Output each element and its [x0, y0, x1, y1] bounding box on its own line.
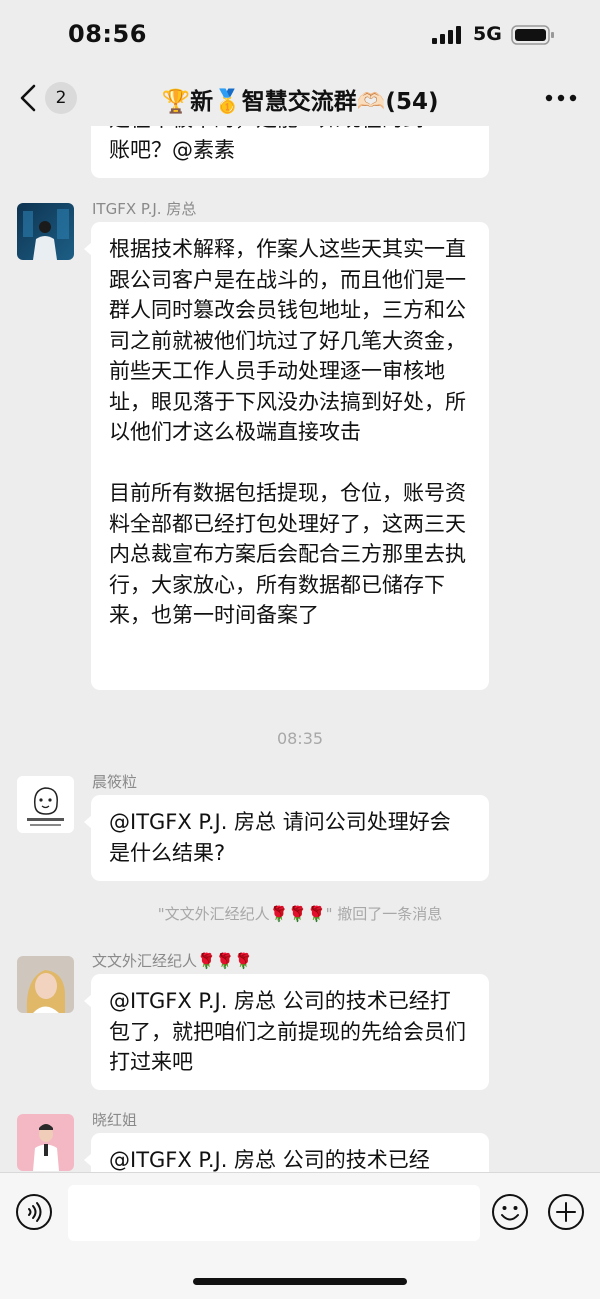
sender-name: 晨筱粒 — [92, 773, 138, 791]
avatar[interactable] — [17, 956, 74, 1013]
avatar-image — [17, 203, 74, 260]
chat-title: 🏆新🥇智慧交流群🫶🏻(54) — [161, 89, 439, 115]
signal-icon — [432, 26, 461, 44]
emoji-icon[interactable] — [491, 1193, 529, 1231]
message-input[interactable] — [68, 1185, 480, 1241]
message-bubble[interactable]: @ITGFX P.J. 房总 公司的技术已经打包了，就把咱们之前提现的先给会员们… — [84, 974, 489, 1090]
avatar-image — [17, 956, 74, 1013]
voice-icon[interactable] — [15, 1193, 53, 1231]
message-bubble[interactable]: @ITGFX P.J. 房总 请问公司处理好会是什么结果? — [84, 795, 489, 881]
avatar-image — [17, 776, 74, 833]
chat-header: 2 🏆新🥇智慧交流群🫶🏻(54) — [0, 70, 600, 126]
sender-name: 晓红姐 — [92, 1111, 138, 1129]
recall-notice: "文文外汇经纪人🌹🌹🌹" 撤回了一条消息 — [157, 905, 443, 923]
message-bubble[interactable]: 是在木被卡的，是能一如现在的到 账吧？@素素 — [91, 126, 489, 178]
sender-name: 文文外汇经纪人🌹🌹🌹 — [92, 952, 254, 970]
unread-badge[interactable]: 2 — [45, 82, 77, 114]
message-bubble[interactable]: @ITGFX P.J. 房总 公司的技术已经 — [84, 1133, 489, 1172]
more-dots-icon[interactable] — [545, 94, 577, 102]
home-indicator[interactable] — [193, 1278, 407, 1285]
avatar[interactable] — [17, 1114, 74, 1171]
message-timestamp: 08:35 — [276, 729, 324, 748]
plus-icon[interactable] — [547, 1193, 585, 1231]
status-bar: 08:56 5G — [0, 0, 600, 70]
avatar[interactable] — [17, 203, 74, 260]
network-type: 5G — [473, 23, 502, 45]
avatar-image — [17, 1114, 74, 1171]
message-list[interactable]: 是在木被卡的，是能一如现在的到 账吧？@素素 ITGFX P.J. 房总 根据技… — [0, 126, 600, 1172]
status-time: 08:56 — [68, 20, 147, 48]
message-bubble[interactable]: 根据技术解释，作案人这些天其实一直跟公司客户是在战斗的，而且他们是一群人同时篡改… — [84, 222, 489, 690]
battery-icon — [511, 25, 554, 45]
avatar[interactable] — [17, 776, 74, 833]
chevron-left-icon[interactable] — [18, 84, 38, 112]
sender-name: ITGFX P.J. 房总 — [92, 200, 197, 218]
